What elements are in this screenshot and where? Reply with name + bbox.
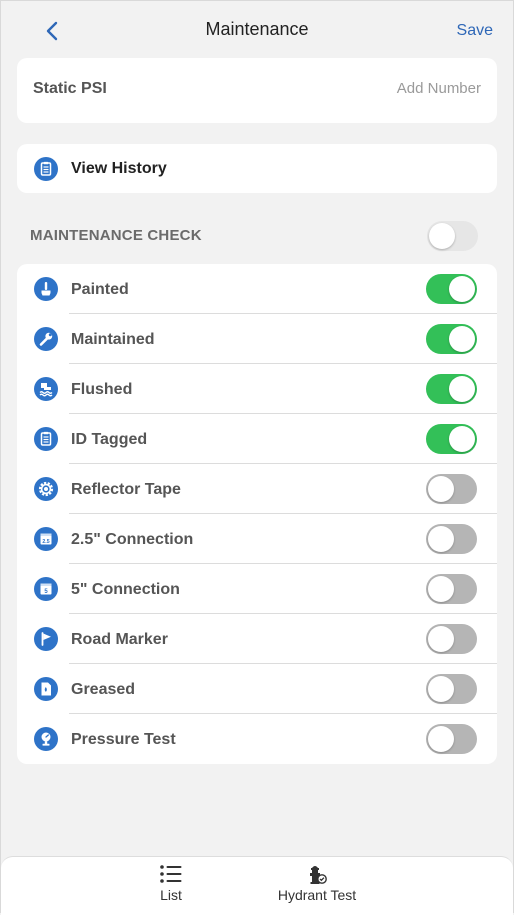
tab-list[interactable]: List [141, 863, 201, 903]
item-label: Greased [71, 681, 136, 698]
toggle-knob [449, 326, 475, 352]
pressure-test-toggle[interactable] [426, 724, 477, 754]
maintenance-check-heading: MAINTENANCE CHECK [30, 227, 202, 244]
toggle-knob [428, 576, 454, 602]
item-label: Pressure Test [71, 731, 176, 748]
toggle-knob [428, 626, 454, 652]
reflector-tape-toggle[interactable] [426, 474, 477, 504]
maintenance-check-toggle[interactable] [427, 221, 478, 251]
toggle-knob [428, 476, 454, 502]
toggle-knob [449, 426, 475, 452]
static-psi-label: Static PSI [33, 80, 107, 97]
list-item-greased[interactable]: Greased [17, 664, 497, 714]
list-item-pressure-test[interactable]: Pressure Test [17, 714, 497, 764]
save-button[interactable]: Save [457, 22, 493, 40]
wrench-icon [34, 327, 58, 351]
flushed-toggle[interactable] [426, 374, 477, 404]
item-label: ID Tagged [71, 431, 148, 448]
view-history-label: View History [71, 160, 167, 177]
flush-icon [34, 377, 58, 401]
item-label: Road Marker [71, 631, 168, 648]
item-label: Reflector Tape [71, 481, 181, 498]
hydrant-icon [310, 866, 327, 884]
tab-list-label: List [160, 887, 182, 903]
flag-icon [34, 627, 58, 651]
view-history-button[interactable]: View History [17, 144, 497, 193]
list-item-id-tagged[interactable]: ID Tagged [17, 414, 497, 464]
item-label: Painted [71, 281, 129, 298]
bottom-tab-bar: List Hydrant Test [1, 856, 513, 915]
id-tagged-toggle[interactable] [426, 424, 477, 454]
5-connection-toggle[interactable] [426, 574, 477, 604]
item-label: Flushed [71, 381, 133, 398]
list-item-painted[interactable]: Painted [17, 264, 497, 314]
toggle-knob [428, 676, 454, 702]
list-icon [160, 865, 182, 883]
page-title: Maintenance [205, 19, 309, 39]
calendar-5-icon: 5 [34, 577, 58, 601]
list-item-road-marker[interactable]: Road Marker [17, 614, 497, 664]
list-item-5-connection[interactable]: 5 5" Connection [17, 564, 497, 614]
paint-brush-icon [34, 277, 58, 301]
clipboard-icon [34, 427, 58, 451]
maintenance-items-list: Painted Maintained Flushed ID Tagged Ref… [17, 264, 497, 764]
svg-text:2.5: 2.5 [42, 539, 49, 545]
toggle-knob [449, 376, 475, 402]
gear-icon [34, 477, 58, 501]
painted-toggle[interactable] [426, 274, 477, 304]
list-item-maintained[interactable]: Maintained [17, 314, 497, 364]
nav-header: Maintenance Save [1, 1, 513, 59]
greased-toggle[interactable] [426, 674, 477, 704]
list-item-reflector-tape[interactable]: Reflector Tape [17, 464, 497, 514]
pressure-gauge-icon [34, 727, 58, 751]
toggle-knob [449, 276, 475, 302]
road-marker-toggle[interactable] [426, 624, 477, 654]
tab-hydrant-test-label: Hydrant Test [277, 887, 357, 903]
item-label: 5" Connection [71, 581, 180, 598]
item-label: Maintained [71, 331, 155, 348]
tab-hydrant-test[interactable]: Hydrant Test [267, 863, 367, 903]
toggle-knob [428, 726, 454, 752]
static-psi-card: Static PSI [17, 58, 497, 123]
item-label: 2.5" Connection [71, 531, 194, 548]
toggle-knob [429, 223, 455, 249]
maintained-toggle[interactable] [426, 324, 477, 354]
2-5-connection-toggle[interactable] [426, 524, 477, 554]
list-item-flushed[interactable]: Flushed [17, 364, 497, 414]
history-clipboard-icon [34, 157, 58, 181]
toggle-knob [428, 526, 454, 552]
calendar-2-5-icon: 2.5 [34, 527, 58, 551]
grease-document-icon [34, 677, 58, 701]
list-item-2-5-connection[interactable]: 2.5 2.5" Connection [17, 514, 497, 564]
static-psi-input[interactable] [301, 80, 481, 97]
